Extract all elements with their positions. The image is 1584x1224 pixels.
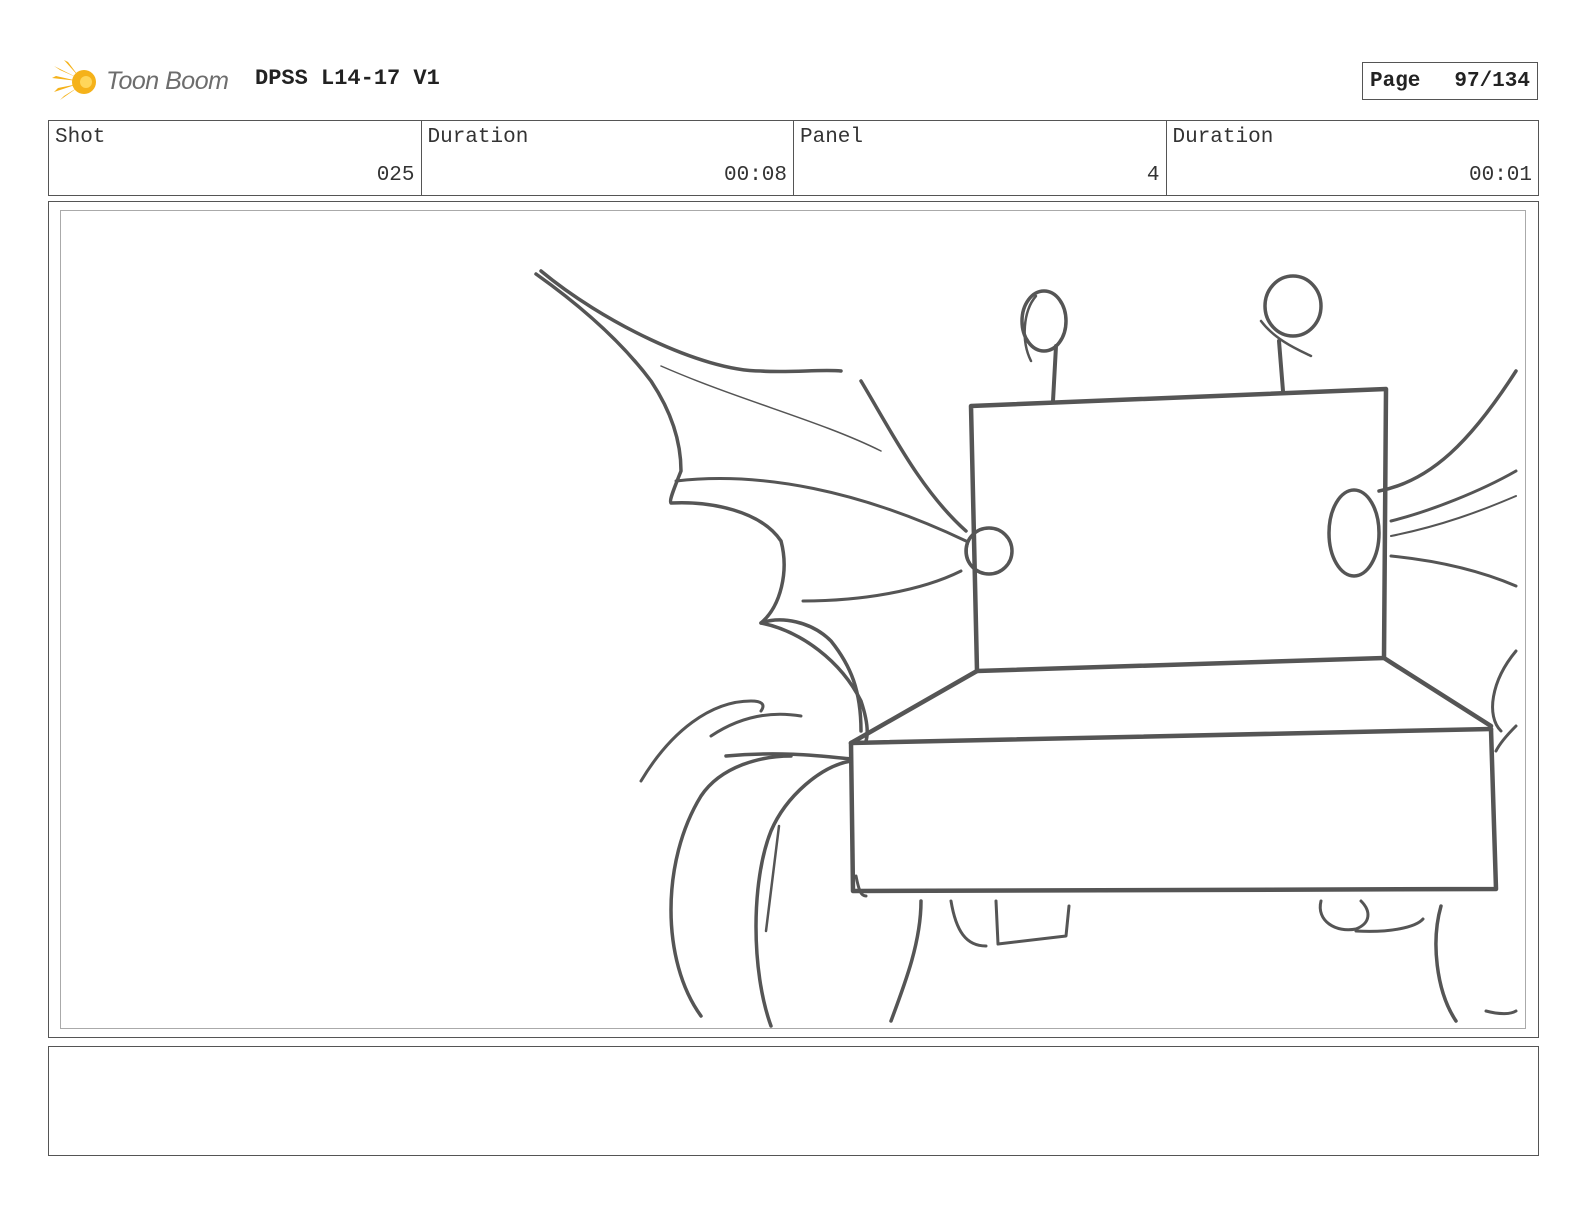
shot-duration-label: Duration [427, 126, 529, 149]
right-headlight [1327, 488, 1381, 578]
left-wing-rib-1 [660, 365, 882, 452]
left-front-tire [889, 899, 923, 1023]
left-wing-rib-4 [859, 379, 968, 533]
left-fender-arc-2 [709, 712, 803, 738]
left-wing-rib-3 [801, 569, 963, 603]
shot-duration-cell: Duration 00:08 [422, 121, 794, 195]
right-antenna-ball [1263, 274, 1323, 338]
flame-icon [52, 60, 96, 100]
left-wing-rib-2 [674, 477, 968, 543]
right-under-detail [1318, 899, 1370, 932]
panel-duration-label: Duration [1172, 126, 1274, 149]
toon-boom-logo: Toon Boom [50, 56, 240, 106]
panel-cell: Panel 4 [794, 121, 1167, 195]
page-indicator: Page 97/134 [1362, 62, 1538, 100]
bumper-front [848, 726, 1499, 894]
left-wing-top-edge [539, 269, 843, 374]
logo-text: Toon Boom [106, 66, 229, 95]
panel-notes-box [48, 1046, 1539, 1156]
project-title: DPSS L14-17 V1 [255, 66, 440, 91]
shot-label: Shot [55, 126, 106, 149]
panel-label: Panel [800, 126, 864, 149]
storyboard-panel [48, 201, 1539, 1038]
storyboard-sketch [534, 269, 1518, 1028]
panel-value: 4 [1146, 164, 1160, 187]
shot-cell: Shot 025 [49, 121, 422, 195]
right-bottom-mark [1484, 1009, 1518, 1016]
left-wing [534, 272, 863, 733]
right-side-arc [1491, 649, 1518, 733]
page-label: Page [1370, 69, 1421, 93]
left-wheel-outer [669, 754, 793, 1018]
cabin-front [968, 386, 1389, 674]
left-antenna-stem [1051, 344, 1058, 403]
left-wing-lower [759, 621, 869, 743]
panel-duration-value: 00:01 [1468, 164, 1532, 187]
right-wing-bottom [1389, 554, 1518, 588]
panel-safe-area [60, 210, 1526, 1029]
right-antenna-stem [1277, 339, 1285, 393]
hood-left [848, 668, 980, 746]
panel-duration-cell: Duration 00:01 [1167, 121, 1539, 195]
left-fender-arc [639, 699, 765, 783]
left-under-bar [994, 899, 1071, 946]
right-antenna-detail [1259, 319, 1313, 358]
left-antenna-ball [1020, 289, 1068, 353]
right-front-tire [1434, 904, 1458, 1023]
shot-duration-value: 00:08 [723, 164, 787, 187]
hood-front-edge [848, 726, 1494, 746]
shot-info-row: Shot 025 Duration 00:08 Panel 4 Duration… [48, 120, 1539, 196]
page-number: 97/134 [1454, 69, 1530, 93]
shot-value: 025 [376, 164, 415, 187]
left-under-detail [949, 899, 988, 948]
right-wing-mid [1389, 469, 1518, 523]
hood-right [1381, 655, 1494, 729]
right-wing-top [1377, 369, 1518, 493]
